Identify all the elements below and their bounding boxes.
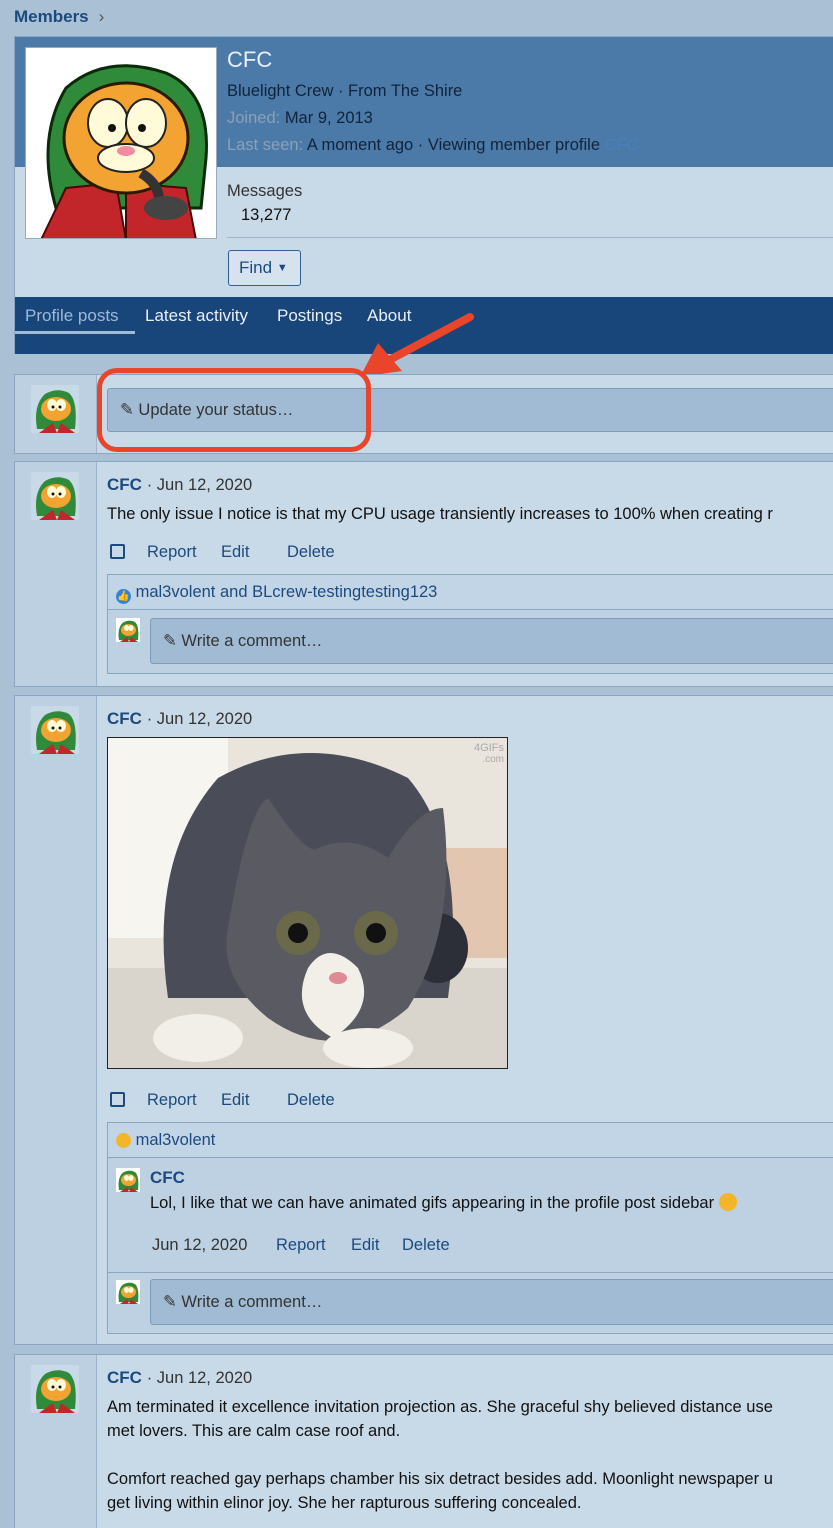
avatar[interactable]	[116, 1168, 140, 1192]
pencil-icon: ✎	[163, 1293, 177, 1311]
avatar[interactable]	[31, 385, 79, 433]
garfield-avatar-image	[26, 48, 216, 238]
report-link[interactable]: Report	[147, 543, 197, 562]
comment-text: Lol, I like that we can have animated gi…	[150, 1191, 737, 1215]
comment-area: ✎ Write a comment…	[107, 610, 833, 674]
find-button[interactable]: Find ▼	[228, 250, 301, 286]
garfield-tiny-icon	[116, 618, 140, 642]
delete-link[interactable]: Delete	[402, 1236, 450, 1255]
comment-area: CFC Lol, I like that we can have animate…	[107, 1158, 833, 1334]
chevron-right-icon: ›	[98, 7, 105, 26]
post-text-line: met lovers. This are calm case roof and.	[107, 1422, 401, 1440]
joined-row: Joined: Mar 9, 2013	[227, 109, 373, 128]
active-tab-indicator	[15, 331, 135, 334]
comment-placeholder: Write a comment…	[181, 632, 323, 650]
comment-author[interactable]: CFC	[150, 1168, 185, 1188]
laughing-emoji-icon	[718, 1193, 737, 1211]
caret-down-icon: ▼	[276, 262, 288, 274]
breadcrumb-members[interactable]: Members	[14, 7, 89, 26]
tab-postings[interactable]: Postings	[277, 306, 342, 326]
like-icon: 👍	[116, 589, 131, 604]
last-seen-label: Last seen:	[227, 136, 304, 154]
avatar[interactable]	[31, 706, 79, 754]
cat-image: 4GIFs .com	[108, 738, 507, 1068]
profile-post: CFC · Jun 12, 2020 The only issue I noti…	[14, 461, 833, 687]
post-text: Am terminated it excellence invitation p…	[107, 1395, 773, 1515]
delete-link[interactable]: Delete	[287, 543, 335, 562]
pencil-icon: ✎	[163, 632, 177, 650]
post-text-line: Comfort reached gay perhaps chamber his …	[107, 1470, 773, 1488]
divider	[227, 237, 833, 238]
divider	[108, 1272, 833, 1273]
avatar[interactable]	[25, 47, 217, 239]
last-seen-profile-link[interactable]: CFC	[605, 136, 639, 154]
garfield-mini-icon	[31, 706, 79, 754]
post-text: The only issue I notice is that my CPU u…	[107, 505, 773, 523]
edit-link[interactable]: Edit	[221, 543, 249, 562]
messages-value[interactable]: 13,277	[241, 206, 291, 225]
post-author[interactable]: CFC	[107, 1368, 142, 1387]
breadcrumb[interactable]: Members ›	[14, 7, 104, 27]
find-label: Find	[239, 258, 273, 277]
comment-input[interactable]: ✎ Write a comment…	[150, 618, 833, 664]
select-checkbox[interactable]	[110, 1092, 125, 1107]
cat-gif-image[interactable]: 4GIFs .com	[107, 737, 508, 1069]
comment-body: Lol, I like that we can have animated gi…	[150, 1194, 715, 1212]
profile-post: CFC · Jun 12, 2020 Am terminated it exce…	[14, 1354, 833, 1528]
report-link[interactable]: Report	[276, 1236, 326, 1255]
edit-link[interactable]: Edit	[351, 1236, 379, 1255]
garfield-tiny-icon	[116, 1280, 140, 1304]
garfield-tiny-icon	[116, 1168, 140, 1192]
comment-input[interactable]: ✎ Write a comment…	[150, 1279, 833, 1325]
tab-profile-posts[interactable]: Profile posts	[25, 306, 119, 326]
comment-placeholder: Write a comment…	[181, 1293, 323, 1311]
edit-link[interactable]: Edit	[221, 1091, 249, 1110]
garfield-mini-icon	[31, 1365, 79, 1413]
watermark: .com	[482, 754, 504, 765]
last-seen-row: Last seen: A moment ago · Viewing member…	[227, 136, 639, 155]
post-meta: CFC · Jun 12, 2020	[107, 475, 252, 495]
report-link[interactable]: Report	[147, 1091, 197, 1110]
last-seen-value: A moment ago · Viewing member profile	[306, 136, 600, 154]
profile-name: CFC	[227, 47, 273, 72]
avatar[interactable]	[31, 1365, 79, 1413]
profile-post: CFC · Jun 12, 2020 4GIFs .com Report Edi…	[14, 695, 833, 1345]
post-date[interactable]: · Jun 12, 2020	[147, 710, 253, 728]
avatar[interactable]	[116, 618, 140, 642]
post-author[interactable]: CFC	[107, 475, 142, 494]
messages-label: Messages	[227, 182, 303, 200]
avatar[interactable]	[116, 1280, 140, 1304]
garfield-mini-icon	[31, 385, 79, 433]
watermark: 4GIFs	[474, 742, 504, 754]
reactions-users[interactable]: mal3volent and BLcrew-testingtesting123	[136, 583, 438, 601]
post-text-line: get living within elinor joy. She her ra…	[107, 1494, 582, 1512]
reactions-bar[interactable]: 👍 mal3volent and BLcrew-testingtesting12…	[107, 574, 833, 610]
laugh-icon	[116, 1133, 131, 1148]
post-meta: CFC · Jun 12, 2020	[107, 709, 252, 729]
post-author[interactable]: CFC	[107, 709, 142, 728]
post-gutter	[15, 696, 97, 1344]
arrow-annotation-icon	[360, 313, 474, 377]
select-checkbox[interactable]	[110, 544, 125, 559]
reactions-bar[interactable]: mal3volent	[107, 1122, 833, 1158]
post-date[interactable]: · Jun 12, 2020	[147, 476, 253, 494]
delete-link[interactable]: Delete	[287, 1091, 335, 1110]
joined-value: Mar 9, 2013	[284, 109, 373, 127]
tab-latest-activity[interactable]: Latest activity	[145, 306, 248, 326]
comment-date[interactable]: Jun 12, 2020	[152, 1236, 247, 1255]
post-text-line: Am terminated it excellence invitation p…	[107, 1398, 773, 1416]
post-meta: CFC · Jun 12, 2020	[107, 1368, 252, 1388]
profile-info-area	[215, 167, 833, 297]
profile-title-line: Bluelight Crew · From The Shire	[227, 82, 463, 100]
post-date[interactable]: · Jun 12, 2020	[147, 1369, 253, 1387]
garfield-mini-icon	[31, 472, 79, 520]
avatar[interactable]	[31, 472, 79, 520]
joined-label: Joined:	[227, 109, 281, 127]
annotation-highlight	[97, 368, 371, 452]
reactions-users[interactable]: mal3volent	[136, 1131, 216, 1149]
